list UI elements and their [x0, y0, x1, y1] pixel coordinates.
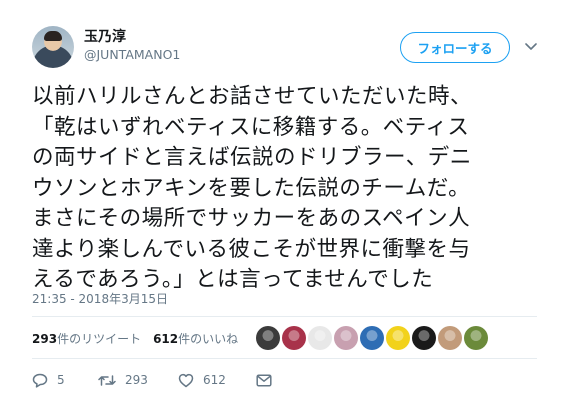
liker-avatar-9[interactable]: [464, 326, 488, 350]
retweet-count: 293: [125, 373, 148, 387]
divider: [32, 316, 537, 317]
tweet-text-line: の両サイドと言えば伝説のドリブラー、デニ: [32, 145, 472, 170]
retweets-count: 293: [32, 331, 58, 346]
tweet-text-line: ウソンとホアキンを要した伝説のチームだ。: [32, 175, 471, 201]
tweet-stats: 293件のリツイート 612件のいいね: [32, 326, 250, 350]
display-name[interactable]: 玉乃淳: [84, 28, 180, 46]
reply-icon: [32, 373, 48, 388]
retweets-stat[interactable]: 293件のリツイート: [32, 330, 141, 347]
liker-avatars: [256, 326, 490, 350]
liker-avatar-5[interactable]: [360, 326, 384, 350]
liker-avatar-7[interactable]: [412, 326, 436, 350]
tweet-text-line: 以前ハリルさんとお話させていただいた時、: [32, 84, 473, 109]
divider: [32, 358, 537, 359]
liker-avatar-1[interactable]: [256, 326, 280, 350]
likes-label: 件のいいね: [178, 331, 239, 346]
tweet-text-line: 「乾はいずれベティスに移籍する。ベティス: [32, 114, 470, 140]
retweets-label: 件のリツイート: [57, 331, 142, 346]
heart-icon: [178, 373, 194, 387]
reply-count: 5: [57, 373, 65, 387]
likes-stat[interactable]: 612件のいいね: [153, 330, 238, 347]
tweet-header: 玉乃淳 @JUNTAMANO1 フォローする: [32, 22, 542, 72]
follow-button[interactable]: フォローする: [400, 32, 510, 63]
liker-avatar-6[interactable]: [386, 326, 410, 350]
screen-name[interactable]: @JUNTAMANO1: [84, 46, 180, 63]
tweet-text-line: まさにその場所でサッカーをあのスペイン人: [32, 206, 471, 231]
user-avatar[interactable]: [32, 26, 74, 68]
tweet-timestamp[interactable]: 21:35 - 2018年3月15日: [32, 290, 168, 307]
chevron-down-icon[interactable]: [522, 38, 540, 56]
tweet-text-line: 達より楽しんでいる彼こそが世界に衝撃を与: [32, 236, 471, 262]
retweet-button[interactable]: 293: [98, 373, 178, 387]
liker-avatar-4[interactable]: [334, 326, 358, 350]
liker-avatar-8[interactable]: [438, 326, 462, 350]
reply-button[interactable]: 5: [32, 373, 98, 388]
liker-avatar-3[interactable]: [308, 326, 332, 350]
retweet-icon: [98, 374, 116, 386]
tweet-text: 以前ハリルさんとお話させていただいた時、 「乾はいずれベティスに移籍する。ベティ…: [32, 82, 544, 296]
likes-count: 612: [153, 331, 179, 346]
liker-avatar-2[interactable]: [282, 326, 306, 350]
direct-message-button[interactable]: [256, 373, 272, 387]
like-count: 612: [203, 373, 226, 387]
tweet-actions: 5 293 612: [32, 370, 272, 390]
like-button[interactable]: 612: [178, 373, 256, 388]
user-names[interactable]: 玉乃淳 @JUNTAMANO1: [84, 28, 180, 63]
envelope-icon: [256, 373, 272, 387]
